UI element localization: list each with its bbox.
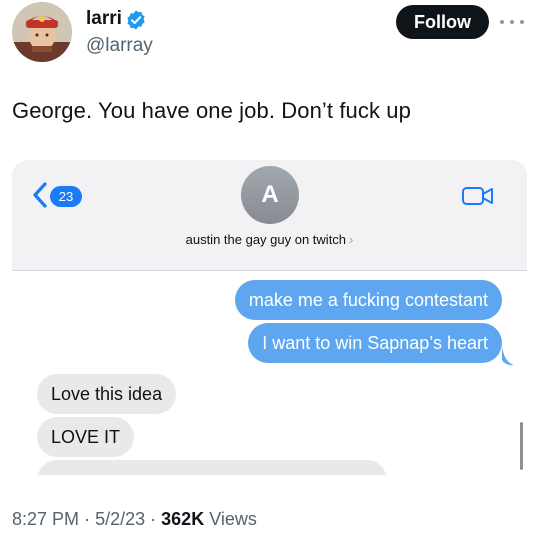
tweet-text: George. You have one job. Don’t fuck up — [12, 98, 411, 123]
contact-name[interactable]: austin the gay guy on twitch › — [12, 232, 527, 247]
display-name[interactable]: larri — [86, 8, 122, 30]
separator: · — [84, 509, 91, 529]
tweet-time[interactable]: 8:27 PM — [12, 509, 79, 529]
views-label: Views — [209, 509, 257, 529]
dot — [510, 20, 514, 24]
message-bubble-sent: I want to win Sapnap’s heart — [248, 323, 502, 363]
contact-name-label: austin the gay guy on twitch — [185, 232, 347, 247]
message-bubble-received: LOVE IT — [37, 417, 135, 457]
follow-button[interactable]: Follow — [396, 5, 489, 39]
dot — [520, 20, 524, 24]
more-horizontal-icon[interactable] — [500, 12, 524, 32]
contact-avatar[interactable]: A — [241, 166, 299, 224]
attached-image[interactable]: 23 A austin the gay guy on twitch › make … — [12, 160, 527, 475]
message-bubble-received: Love this idea — [37, 374, 177, 414]
message-bubble-sent: make me a fucking contestant — [234, 280, 502, 320]
imessage-header: 23 A austin the gay guy on twitch › — [12, 160, 527, 271]
dot — [500, 20, 504, 24]
unread-count-badge[interactable]: 23 — [50, 186, 82, 207]
handle[interactable]: @larray — [86, 35, 153, 57]
tweet-date[interactable]: 5/2/23 — [95, 509, 145, 529]
message-bubble-received-partial — [37, 460, 387, 475]
verified-badge-icon — [127, 10, 145, 30]
video-call-icon[interactable] — [461, 185, 495, 207]
back-chevron-icon[interactable] — [32, 182, 48, 208]
separator: · — [150, 509, 157, 529]
chevron-right-icon: › — [349, 232, 354, 247]
avatar[interactable] — [12, 2, 72, 62]
avatar-photo — [12, 2, 72, 62]
scroll-indicator[interactable] — [520, 422, 523, 470]
tweet-meta: 8:27 PM · 5/2/23 · 362K Views — [12, 509, 257, 530]
views-count: 362K — [161, 509, 205, 529]
bubble-tail — [502, 346, 514, 366]
